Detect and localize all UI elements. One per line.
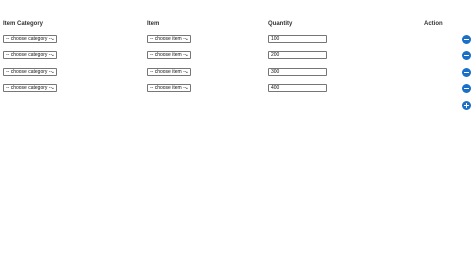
remove-row-button[interactable] <box>462 35 471 44</box>
remove-icon <box>464 54 469 57</box>
item-select[interactable]: -- choose item -- ⌄ <box>147 35 191 43</box>
chevron-down-icon: ⌄ <box>50 36 55 42</box>
chevron-down-icon: ⌄ <box>184 52 189 58</box>
item-select-value: -- choose item -- <box>150 36 187 42</box>
category-select[interactable]: -- choose category -- ⌄ <box>3 68 57 76</box>
chevron-down-icon: ⌄ <box>50 69 55 75</box>
category-select-value: -- choose category -- <box>6 36 53 42</box>
category-select[interactable]: -- choose category -- ⌄ <box>3 84 57 92</box>
add-icon <box>464 103 469 108</box>
header-item: Item <box>147 21 160 27</box>
remove-row-button[interactable] <box>462 51 471 60</box>
category-select[interactable]: -- choose category -- ⌄ <box>3 51 57 59</box>
chevron-down-icon: ⌄ <box>50 85 55 91</box>
add-row-button[interactable] <box>462 101 471 110</box>
quantity-input[interactable]: 400 <box>268 84 327 92</box>
item-select-value: -- choose item -- <box>150 85 187 91</box>
header-quantity: Quantity <box>268 21 293 27</box>
item-select-value: -- choose item -- <box>150 52 187 58</box>
remove-icon <box>464 87 469 90</box>
category-select[interactable]: -- choose category -- ⌄ <box>3 35 57 43</box>
header-item-category: Item Category <box>3 21 44 27</box>
category-select-value: -- choose category -- <box>6 69 53 75</box>
remove-icon <box>464 38 469 41</box>
item-select[interactable]: -- choose item -- ⌄ <box>147 84 191 92</box>
category-select-value: -- choose category -- <box>6 52 53 58</box>
category-select-value: -- choose category -- <box>6 85 53 91</box>
quantity-input[interactable]: 300 <box>268 68 327 76</box>
header-action: Action <box>424 21 443 27</box>
item-select-value: -- choose item -- <box>150 69 187 75</box>
remove-row-button[interactable] <box>462 68 471 77</box>
chevron-down-icon: ⌄ <box>184 36 189 42</box>
remove-icon <box>464 71 469 74</box>
remove-row-button[interactable] <box>462 84 471 93</box>
item-select[interactable]: -- choose item -- ⌄ <box>147 51 191 59</box>
chevron-down-icon: ⌄ <box>184 85 189 91</box>
quantity-input[interactable]: 100 <box>268 35 327 43</box>
chevron-down-icon: ⌄ <box>184 69 189 75</box>
item-select[interactable]: -- choose item -- ⌄ <box>147 68 191 76</box>
chevron-down-icon: ⌄ <box>50 52 55 58</box>
quantity-input[interactable]: 200 <box>268 51 327 59</box>
